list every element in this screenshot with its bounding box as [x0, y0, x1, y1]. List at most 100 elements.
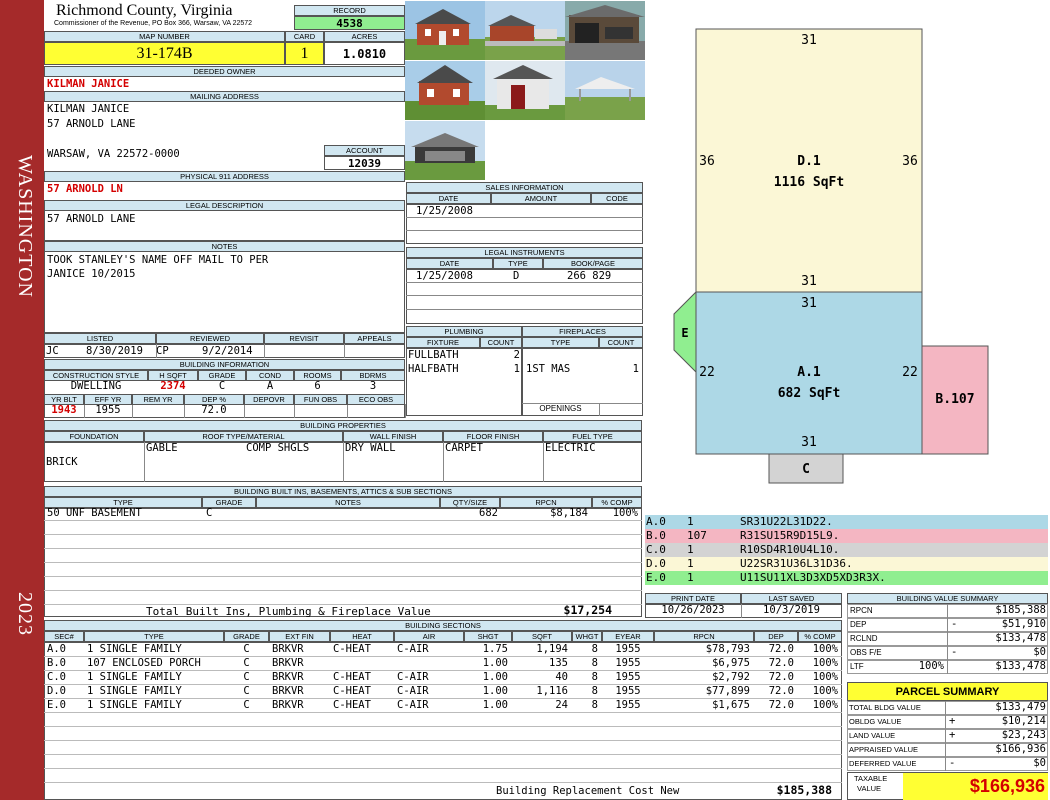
plumbing-header: PLUMBING	[406, 326, 522, 337]
sales-code-col: CODE	[591, 193, 643, 204]
section-cell: C-AIR	[397, 685, 429, 697]
bvs-value: $133,478	[995, 632, 1046, 644]
section-cell: 100%	[812, 699, 838, 711]
builtin-comp: 100%	[612, 507, 638, 519]
section-cell: 1.00	[482, 699, 508, 711]
section-cell: 24	[555, 699, 568, 711]
section-cell: 100%	[812, 643, 838, 655]
table-rule	[44, 782, 842, 783]
building-info-value: 6	[314, 380, 321, 392]
outbuilding-photo	[405, 121, 485, 180]
builtin-rpcn: $8,184	[550, 507, 588, 519]
section-cell: 72.0	[768, 699, 794, 711]
roof-col: ROOF TYPE/MATERIAL	[144, 431, 343, 442]
section-cell: C-HEAT	[333, 685, 371, 697]
parcel-value: $133,479	[995, 701, 1046, 713]
grid-line	[405, 404, 406, 418]
sales-header: SALES INFORMATION	[406, 182, 643, 193]
segment-sec: C.0	[646, 543, 666, 556]
reviewed-header: REVIEWED	[156, 333, 264, 344]
sections-col: EYEAR	[602, 631, 654, 642]
section-cell: C-AIR	[397, 671, 429, 683]
section-cell: 107 ENCLOSED PORCH	[87, 657, 201, 669]
sections-col: DEP	[754, 631, 798, 642]
segment-vector: R31SU15R9D15L9.	[740, 529, 840, 542]
instr-book-col: BOOK/PAGE	[543, 258, 643, 269]
sections-col: TYPE	[84, 631, 224, 642]
section-cell: BRKVR	[272, 699, 304, 711]
sketch-d-area: 1116 SqFt	[774, 175, 844, 190]
map-number: 31-174B	[44, 42, 285, 65]
grid-line	[294, 404, 295, 418]
segment-row: E.0 1 U11SU11XL3D3XD5XD3R3X.	[645, 571, 1048, 585]
district-sidebar	[0, 0, 44, 800]
segment-code: 107	[687, 529, 707, 542]
grid-line	[132, 404, 133, 418]
segment-row: A.0 1 SR31U22L31D22.	[645, 515, 1048, 529]
fireplace-type-col: TYPE	[522, 337, 599, 348]
segment-row: C.0 1 R10SD4R10U4L10.	[645, 543, 1048, 557]
section-cell: 40	[555, 671, 568, 683]
notes-box	[44, 241, 405, 333]
building-info-value: 3	[369, 380, 377, 392]
record-value: 4538	[294, 16, 405, 30]
building-info-col: FUN OBS	[294, 394, 347, 405]
sections-col: AIR	[394, 631, 464, 642]
fireplace-type: 1ST MAS	[526, 363, 571, 375]
house-photo-front	[405, 1, 485, 60]
bvs-header: BUILDING VALUE SUMMARY	[847, 593, 1048, 604]
legal-box	[44, 200, 405, 241]
bvs-value: $185,388	[995, 604, 1046, 616]
fireplace-count: 1	[632, 363, 639, 375]
segment-row: B.0 107 R31SU15R9D15L9.	[645, 529, 1048, 543]
garage-photo	[565, 1, 645, 60]
section-cell: 1955	[615, 657, 641, 669]
sales-amount-col: AMOUNT	[491, 193, 591, 204]
listed-by: JC	[46, 345, 59, 357]
sketch-b-label: B.107	[935, 392, 974, 407]
plumbing-fixture-col: FIXTURE	[406, 337, 480, 348]
builtin-grade: C	[206, 507, 213, 519]
replacement-cost-label: Building Replacement Cost New	[496, 785, 680, 797]
last-saved-header: LAST SAVED	[741, 593, 842, 604]
deeded-owner-header: DEEDED OWNER	[44, 66, 405, 77]
section-cell: C	[243, 671, 250, 683]
sections-col: GRADE	[224, 631, 269, 642]
card-number: 1	[285, 42, 324, 65]
legal-instruments-header: LEGAL INSTRUMENTS	[406, 247, 643, 258]
wall-finish-value: DRY WALL	[345, 442, 396, 454]
section-cell: 1 SINGLE FAMILY	[87, 699, 182, 711]
acres-header: ACRES	[324, 31, 405, 42]
sections-col: HEAT	[330, 631, 394, 642]
section-cell: 8	[591, 657, 598, 669]
deeded-owner: KILMAN JANICE	[47, 78, 130, 90]
table-rule	[44, 562, 642, 563]
section-cell: C-HEAT	[333, 643, 371, 655]
section-cell: $6,975	[712, 657, 750, 669]
building-info-col: ECO OBS	[347, 394, 405, 405]
fireplace-count-col: COUNT	[599, 337, 643, 348]
print-date-header: PRINT DATE	[645, 593, 741, 604]
map-number-header: MAP NUMBER	[44, 31, 285, 42]
parcel-summary-header: PARCEL SUMMARY	[847, 682, 1048, 701]
sales-date: 1/25/2008	[416, 205, 473, 217]
section-cell: 100%	[812, 657, 838, 669]
foundation-value: BRICK	[46, 456, 78, 468]
replacement-cost-value: $185,388	[776, 783, 832, 797]
section-cell: 100%	[812, 671, 838, 683]
table-rule	[44, 604, 642, 605]
section-cell: $1,675	[712, 699, 750, 711]
table-rule	[44, 726, 842, 727]
bvs-label: RPCN	[850, 606, 873, 615]
section-cell: C	[243, 685, 250, 697]
card-header: CARD	[285, 31, 324, 42]
segment-sec: D.0	[646, 557, 666, 570]
instr-book: 266 829	[567, 270, 612, 282]
reviewed-by: CP	[156, 345, 169, 357]
parcel-label: APPRAISED VALUE	[849, 745, 919, 754]
building-properties-header: BUILDING PROPERTIES	[44, 420, 642, 431]
county-office: Commissioner of the Revenue, PO Box 366,…	[54, 20, 253, 27]
bvs-label: LTF	[850, 662, 864, 671]
section-cell: C	[243, 643, 250, 655]
table-rule	[44, 534, 642, 535]
